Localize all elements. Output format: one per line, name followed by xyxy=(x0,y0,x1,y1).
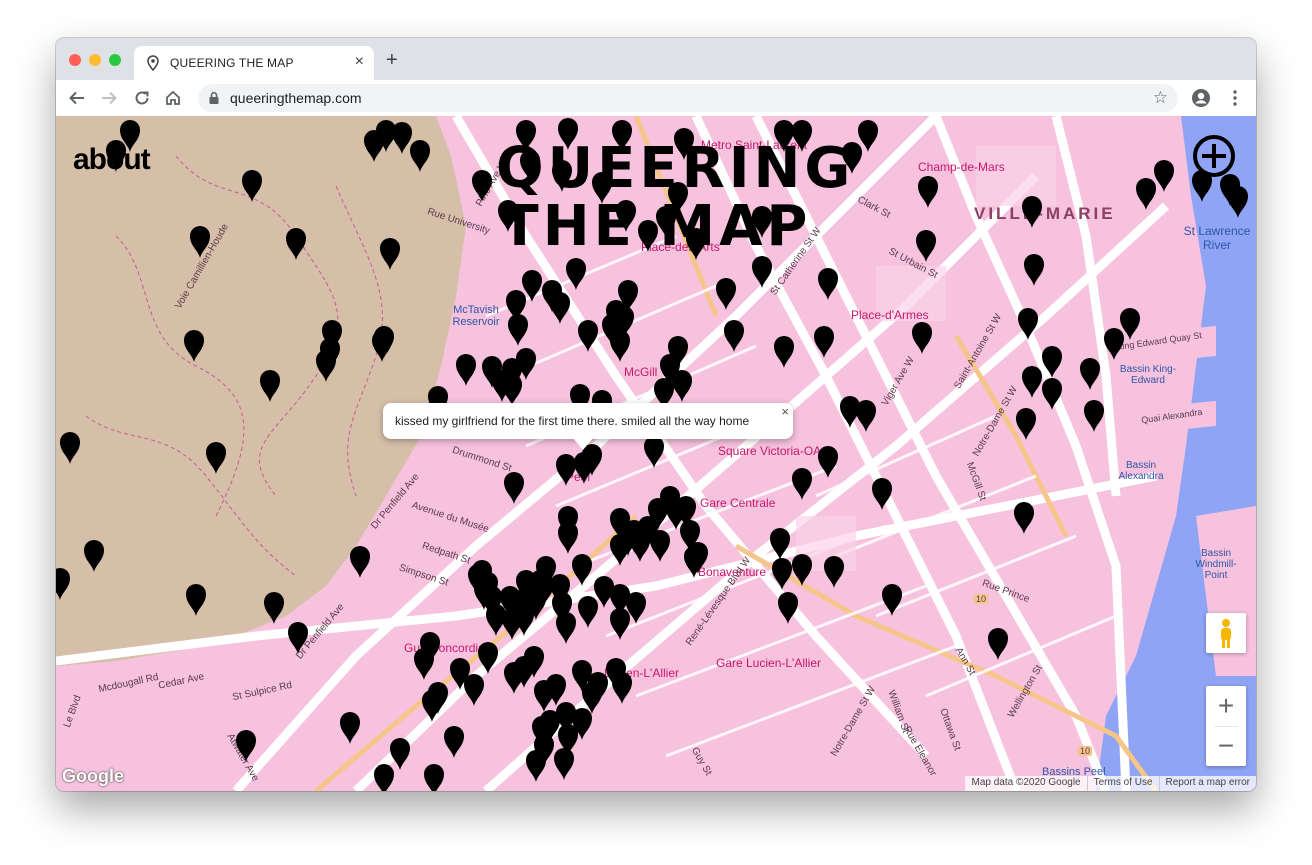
close-window-button[interactable] xyxy=(69,54,81,66)
address-bar[interactable]: queeringthemap.com ☆ xyxy=(198,84,1178,112)
tab-strip: QUEERING THE MAP × + xyxy=(56,38,1256,80)
tab-title: QUEERING THE MAP xyxy=(170,56,294,70)
zoom-control: + − xyxy=(1206,686,1246,766)
new-tab-button[interactable]: + xyxy=(386,50,398,70)
label-hwy-10-2: 10 xyxy=(1078,746,1093,756)
popup-close-button[interactable]: × xyxy=(781,404,789,419)
minimize-window-button[interactable] xyxy=(89,54,101,66)
reload-button[interactable] xyxy=(131,87,153,109)
pegman-icon xyxy=(1221,619,1231,648)
account-icon[interactable] xyxy=(1191,88,1211,108)
label-gare-lucien-lallier: Gare Lucien-L'Allier xyxy=(716,656,822,670)
report-map-error-link[interactable]: Report a map error xyxy=(1158,776,1256,791)
label-bassin-king-edward: Bassin King-Edward xyxy=(1119,364,1177,386)
popup-tail xyxy=(573,438,593,450)
map-attribution: Map data ©2020 Google Terms of Use Repor… xyxy=(965,776,1256,791)
label-peel: Peel xyxy=(566,470,591,484)
zoom-out-button[interactable]: − xyxy=(1206,726,1246,766)
label-hwy-10: 10 xyxy=(974,594,989,604)
map-pin-icon xyxy=(147,55,159,71)
forward-arrow-icon xyxy=(102,91,117,105)
back-arrow-icon xyxy=(69,91,84,105)
label-gare-centrale: Gare Centrale xyxy=(700,496,776,510)
site-title: QUEERING THE MAP xyxy=(496,136,855,259)
label-ville-marie: VILLE-MARIE xyxy=(974,204,1116,223)
browser-toolbar: queeringthemap.com ☆ xyxy=(56,80,1256,117)
label-lucien-lallier: Lucien-L'Allier xyxy=(604,666,679,680)
about-link[interactable]: about xyxy=(73,143,151,177)
browser-window: QUEERING THE MAP × + queeringthemap.com … xyxy=(56,38,1256,791)
star-icon[interactable]: ☆ xyxy=(1153,88,1168,108)
maximize-window-button[interactable] xyxy=(109,54,121,66)
google-logo: Google xyxy=(62,766,124,786)
story-text: kissed my girlfriend for the first time … xyxy=(395,414,750,428)
lock-icon xyxy=(209,91,219,104)
story-popup: kissed my girlfriend for the first time … xyxy=(383,403,793,450)
site-title-line2: THE MAP xyxy=(500,194,812,259)
tab-queering-the-map[interactable]: QUEERING THE MAP × xyxy=(134,46,374,80)
label-bassin-alexandra: Bassin Alexandra xyxy=(1118,460,1164,482)
back-button[interactable] xyxy=(66,87,88,109)
home-button[interactable] xyxy=(162,87,184,109)
label-square-victoria: Square Victoria-OACI xyxy=(718,444,834,458)
url-text: queeringthemap.com xyxy=(230,90,362,106)
map-data-credit: Map data ©2020 Google xyxy=(971,777,1081,788)
reload-icon xyxy=(135,91,149,105)
street-view-pegman-button[interactable] xyxy=(1206,613,1246,653)
home-icon xyxy=(166,90,180,105)
add-circle-icon[interactable] xyxy=(1191,133,1237,179)
label-st-lawrence-river: St Lawrence River xyxy=(1183,224,1251,252)
label-place-darmes: Place-d'Armes xyxy=(851,308,929,322)
forward-button[interactable] xyxy=(98,87,120,109)
label-mcgill: McGill xyxy=(624,365,658,379)
map-viewport[interactable]: Metro Saint-Laurent Champ-de-Mars VILLE-… xyxy=(56,116,1256,791)
site-title-line1: QUEERING xyxy=(496,136,855,201)
label-mctavish-reservoir: McTavish Reservoir xyxy=(452,304,500,328)
zoom-in-button[interactable]: + xyxy=(1206,686,1246,726)
label-guy-concordia: Guy-Concordia xyxy=(404,641,485,655)
terms-of-use-link[interactable]: Terms of Use xyxy=(1086,776,1159,791)
label-champ-de-mars: Champ-de-Mars xyxy=(918,160,1005,174)
tab-close-button[interactable]: × xyxy=(355,54,364,70)
label-bassin-windmill: Bassin Windmill-Point xyxy=(1195,548,1237,581)
kebab-menu-icon[interactable] xyxy=(1226,88,1244,108)
